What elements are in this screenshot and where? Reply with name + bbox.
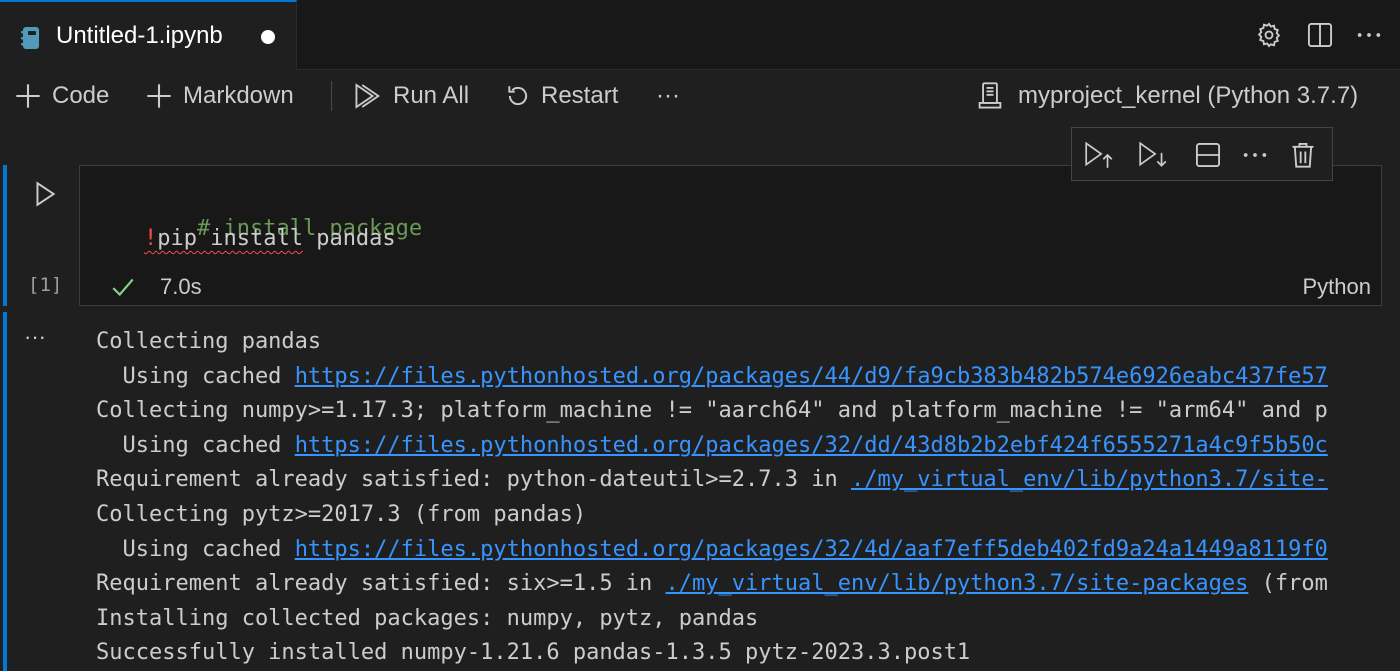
toolbar-more-button[interactable]: ··· [656, 80, 680, 112]
code-error-squiggle: !pip install [144, 226, 303, 251]
cell-toolbar [1071, 127, 1333, 181]
toolbar-more-label: ··· [656, 82, 680, 109]
output-text: Collecting pytz>=2017.3 (from pandas) [96, 501, 587, 527]
output-link[interactable]: ./my_virtual_env/lib/python3.7/site-pack… [666, 571, 1249, 596]
restart-button[interactable]: Restart [505, 80, 618, 112]
run-all-button[interactable]: Run All [353, 80, 469, 112]
cell-more-icon[interactable] [1238, 138, 1272, 172]
split-editor-icon[interactable] [1305, 20, 1335, 50]
output-focus-indicator [3, 312, 7, 671]
kernel-picker[interactable]: myproject_kernel (Python 3.7.7) [976, 80, 1358, 112]
plus-icon [16, 84, 40, 108]
output-line: Using cached https://files.pythonhosted.… [96, 360, 1400, 395]
code-cell-editor[interactable]: # install package !pip install pandas 7.… [79, 165, 1382, 306]
add-markdown-cell-button[interactable]: Markdown [145, 80, 294, 112]
run-cell-icon[interactable] [32, 180, 58, 208]
output-line: Using cached https://files.pythonhosted.… [96, 533, 1400, 568]
output-link[interactable]: https://files.pythonhosted.org/packages/… [295, 364, 1328, 389]
success-check-icon [112, 278, 134, 297]
output-more-icon[interactable]: ··· [24, 326, 54, 350]
output-text: Installing collected packages: numpy, py… [96, 605, 759, 631]
output-text: Requirement already satisfied: python-da… [96, 467, 851, 493]
more-actions-icon[interactable] [1354, 20, 1384, 50]
restart-icon [508, 86, 528, 106]
output-line: Using cached https://files.pythonhosted.… [96, 429, 1400, 464]
cell-output: Collecting pandas Using cached https://f… [96, 325, 1400, 671]
run-all-label: Run All [393, 82, 470, 109]
output-text: Using cached [96, 363, 295, 389]
output-line: Requirement already satisfied: python-da… [96, 463, 1400, 498]
output-line: Successfully installed numpy-1.21.6 pand… [96, 636, 1400, 671]
cell-language[interactable]: Python [1303, 274, 1372, 300]
cell-focus-indicator [3, 165, 7, 306]
output-line: Collecting pytz>=2017.3 (from pandas) [96, 498, 1400, 533]
gear-icon[interactable] [1254, 20, 1284, 50]
execution-count: [1] [28, 274, 63, 296]
output-line: Requirement already satisfied: six>=1.5 … [96, 567, 1400, 602]
add-markdown-label: Markdown [183, 82, 294, 109]
output-link[interactable]: https://files.pythonhosted.org/packages/… [295, 537, 1328, 562]
editor-tab-bar: Untitled-1.ipynb [0, 0, 1400, 70]
output-text-suffix: (from [1248, 571, 1328, 597]
code-pip: pip install [157, 226, 303, 251]
add-code-cell-button[interactable]: Code [14, 80, 109, 112]
code-bang: ! [144, 226, 158, 251]
output-line: Installing collected packages: numpy, py… [96, 602, 1400, 637]
output-text: Using cached [96, 432, 295, 458]
output-text: Collecting numpy>=1.17.3; platform_machi… [96, 398, 1328, 424]
toolbar-divider [331, 81, 332, 111]
notebook-toolbar: Code Markdown Run All Restart ··· myproj… [0, 70, 1400, 120]
plus-icon [147, 84, 171, 108]
execute-below-icon[interactable] [1136, 138, 1170, 172]
unsaved-dot-icon[interactable] [261, 30, 275, 44]
code-arg: pandas [302, 226, 396, 251]
output-link[interactable]: ./my_virtual_env/lib/python3.7/site- [851, 467, 1328, 492]
output-text: Successfully installed numpy-1.21.6 pand… [96, 640, 971, 666]
split-cell-icon[interactable] [1191, 138, 1225, 172]
execute-above-icon[interactable] [1082, 138, 1116, 172]
output-text: Requirement already satisfied: six>=1.5 … [96, 571, 666, 597]
kernel-label: myproject_kernel (Python 3.7.7) [1018, 82, 1359, 109]
code-line-2: !pip install pandas [144, 226, 396, 251]
restart-label: Restart [541, 82, 619, 109]
output-link[interactable]: https://files.pythonhosted.org/packages/… [295, 433, 1328, 458]
trash-icon[interactable] [1286, 138, 1320, 172]
notebook-icon [21, 27, 39, 49]
add-code-label: Code [52, 82, 110, 109]
tab-title: Untitled-1.ipynb [56, 22, 223, 49]
run-all-icon [355, 83, 381, 109]
output-line: Collecting numpy>=1.17.3; platform_machi… [96, 394, 1400, 429]
output-text: Using cached [96, 536, 295, 562]
output-text: Collecting pandas [96, 329, 322, 354]
execution-time: 7.0s [160, 274, 202, 299]
output-line: Collecting pandas [96, 325, 1400, 360]
server-environment-icon [978, 82, 1002, 109]
tab-untitled-notebook[interactable]: Untitled-1.ipynb [0, 0, 297, 70]
